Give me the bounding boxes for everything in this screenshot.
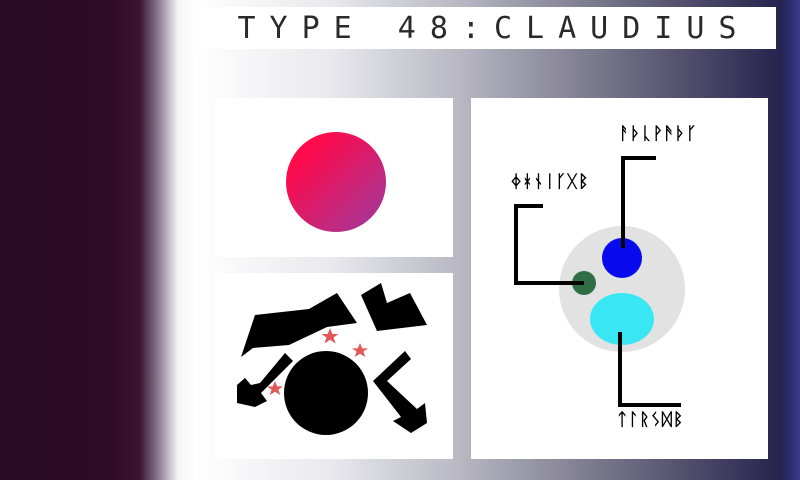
- rune-label-bottom: ᛏᛚᚱᛊᛞᛒ: [617, 410, 685, 430]
- page-title: TYPE 48:CLAUDIUS: [237, 10, 751, 46]
- rune-label-top: ᚨᚦᚳᚹᚫᚦᚴ: [619, 124, 698, 144]
- orbital-diagram-panel: ᚨᚦᚳᚹᚫᚦᚴ ᛄᚼᚾᛁᚴᚷᛒ ᛏᛚᚱᛊᛞᛒ: [471, 98, 768, 459]
- gradient-circle-icon: [286, 132, 386, 232]
- shapes-panel: [215, 273, 453, 459]
- rune-label-left: ᛄᚼᚾᛁᚴᚷᛒ: [511, 172, 590, 192]
- right-edge-band: [782, 0, 800, 480]
- title-banner: TYPE 48:CLAUDIUS: [198, 7, 776, 49]
- gradient-circle-panel: [215, 98, 453, 257]
- black-arrow-shapes-icon: [237, 283, 427, 435]
- orbital-diagram-icon: [514, 156, 685, 407]
